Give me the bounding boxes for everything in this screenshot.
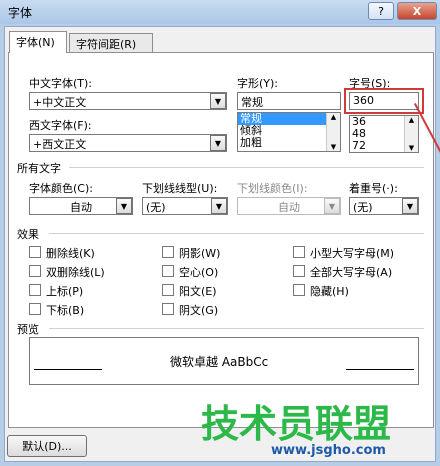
tab-font[interactable]: 字体(N) (9, 31, 67, 53)
hidden-checkbox[interactable] (293, 284, 305, 296)
window-title: 字体 (8, 6, 33, 20)
chevron-down-icon[interactable]: ▼ (402, 198, 418, 214)
divider (69, 167, 424, 168)
subscript-checkbox[interactable] (29, 303, 41, 315)
emboss-checkbox[interactable] (162, 284, 174, 296)
font-dialog: 字体 ? X 字体(N) 字符间距(R) 中文字体(T): +中文正文 ▼ 西文… (0, 0, 440, 466)
style-label: 字形(Y): (237, 77, 279, 90)
divider (49, 328, 424, 329)
chevron-down-icon[interactable]: ▼ (210, 135, 226, 151)
small-caps-checkbox[interactable] (293, 246, 305, 258)
engrave-checkbox[interactable] (162, 303, 174, 315)
dialog-client: 字体(N) 字符间距(R) 中文字体(T): +中文正文 ▼ 西文字体(F): … (4, 26, 436, 462)
font-panel: 中文字体(T): +中文正文 ▼ 西文字体(F): +西文正文 ▼ 字形(Y):… (8, 52, 434, 428)
watermark-brand: 技术员联盟 (201, 402, 392, 446)
strikethrough-label: 删除线(K) (46, 247, 95, 260)
scrollbar[interactable]: ▲ ▼ (404, 116, 418, 152)
shadow-checkbox[interactable] (162, 246, 174, 258)
style-input[interactable]: 常规 (237, 92, 341, 110)
strikethrough-checkbox[interactable] (29, 246, 41, 258)
small-caps-label: 小型大写字母(M) (310, 247, 395, 260)
watermark-url: www.jsgho.com (271, 443, 386, 458)
tab-character-spacing[interactable]: 字符间距(R) (69, 33, 153, 53)
chevron-down-icon[interactable]: ▼ (116, 198, 132, 214)
font-color-label: 字体颜色(C): (29, 182, 93, 195)
double-strikethrough-checkbox[interactable] (29, 265, 41, 277)
default-button[interactable]: 默认(D)... (7, 435, 87, 457)
style-list[interactable]: 常规 倾斜 加粗 ▲ ▼ (237, 112, 341, 152)
outline-label: 空心(O) (179, 266, 219, 279)
help-button[interactable]: ? (368, 2, 394, 20)
emboss-label: 阳文(E) (179, 285, 217, 298)
all-caps-checkbox[interactable] (293, 265, 305, 277)
chevron-down-icon[interactable]: ▼ (324, 198, 340, 214)
highlight-box (344, 88, 424, 114)
chinese-font-label: 中文字体(T): (29, 77, 93, 90)
western-font-select[interactable]: +西文正文 (29, 134, 227, 152)
double-strikethrough-label: 双删除线(L) (46, 266, 105, 279)
preview-text: 微软卓越 AaBbCc (170, 355, 269, 369)
chevron-down-icon[interactable]: ▼ (210, 93, 226, 109)
outline-checkbox[interactable] (162, 265, 174, 277)
underline-style-label: 下划线线型(U): (142, 182, 218, 195)
divider (49, 233, 424, 234)
shadow-label: 阴影(W) (179, 247, 221, 260)
preview-baseline (34, 369, 102, 370)
close-button[interactable]: X (397, 2, 437, 20)
chinese-font-select[interactable]: +中文正文 (29, 92, 227, 110)
preview-section-label: 预览 (17, 323, 39, 336)
title-bar: 字体 ? X (0, 0, 440, 24)
hidden-label: 隐藏(H) (310, 285, 349, 298)
underline-color-label: 下划线颜色(I): (237, 182, 308, 195)
engrave-label: 阴文(G) (179, 304, 219, 317)
western-font-label: 西文字体(F): (29, 119, 92, 132)
superscript-checkbox[interactable] (29, 284, 41, 296)
effects-section-label: 效果 (17, 228, 39, 241)
superscript-label: 上标(P) (46, 285, 84, 298)
all-caps-label: 全部大写字母(A) (310, 266, 393, 279)
scrollbar[interactable]: ▲ ▼ (326, 113, 340, 151)
all-text-section-label: 所有文字 (17, 162, 61, 175)
preview-box: 微软卓越 AaBbCc (29, 337, 419, 385)
emphasis-mark-label: 着重号(·): (349, 182, 398, 195)
preview-baseline (346, 369, 414, 370)
chevron-down-icon[interactable]: ▼ (211, 198, 227, 214)
subscript-label: 下标(B) (46, 304, 85, 317)
list-item[interactable]: 加粗 (238, 137, 340, 149)
size-list[interactable]: 36 48 72 ▲ ▼ (349, 115, 419, 153)
